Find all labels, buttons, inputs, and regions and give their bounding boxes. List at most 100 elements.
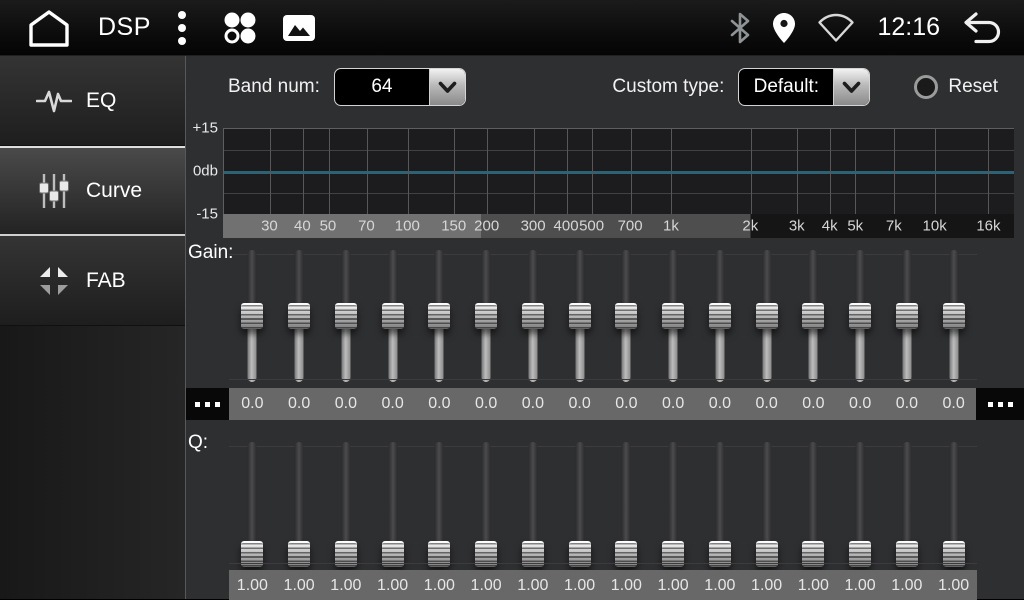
slider-track-upper[interactable]	[388, 442, 397, 548]
gain-slider[interactable]	[335, 250, 357, 382]
slider-track-upper[interactable]	[528, 442, 537, 548]
slider-track-lower[interactable]	[248, 322, 257, 382]
slider-thumb[interactable]	[288, 303, 310, 329]
q-slider[interactable]	[241, 442, 263, 566]
slider-track-upper[interactable]	[669, 442, 678, 548]
slider-thumb[interactable]	[288, 541, 310, 567]
slider-track-lower[interactable]	[715, 322, 724, 382]
home-icon[interactable]	[26, 9, 72, 47]
slider-thumb[interactable]	[615, 303, 637, 329]
gain-slider[interactable]	[428, 250, 450, 382]
slider-thumb[interactable]	[241, 541, 263, 567]
slider-track-upper[interactable]	[341, 250, 350, 310]
slider-thumb[interactable]	[475, 303, 497, 329]
slider-thumb[interactable]	[522, 541, 544, 567]
q-slider[interactable]	[288, 442, 310, 566]
gain-slider[interactable]	[569, 250, 591, 382]
gain-slider[interactable]	[849, 250, 871, 382]
slider-track-upper[interactable]	[528, 250, 537, 310]
custom-type-dropdown[interactable]: Default:	[738, 68, 870, 106]
slider-track-upper[interactable]	[341, 442, 350, 548]
slider-track-upper[interactable]	[482, 442, 491, 548]
gain-slider[interactable]	[756, 250, 778, 382]
q-slider[interactable]	[428, 442, 450, 566]
slider-thumb[interactable]	[241, 303, 263, 329]
slider-track-upper[interactable]	[715, 442, 724, 548]
slider-thumb[interactable]	[382, 541, 404, 567]
slider-thumb[interactable]	[756, 541, 778, 567]
slider-track-lower[interactable]	[622, 322, 631, 382]
reset-radio[interactable]	[914, 75, 938, 99]
eq-plot[interactable]	[223, 128, 1014, 214]
sidebar-item-fab[interactable]: FAB	[0, 236, 185, 326]
slider-track-lower[interactable]	[528, 322, 537, 382]
slider-thumb[interactable]	[709, 541, 731, 567]
slider-thumb[interactable]	[428, 303, 450, 329]
slider-thumb[interactable]	[335, 303, 357, 329]
gain-slider[interactable]	[288, 250, 310, 382]
slider-track-lower[interactable]	[762, 322, 771, 382]
slider-track-upper[interactable]	[949, 442, 958, 548]
slider-thumb[interactable]	[428, 541, 450, 567]
slider-thumb[interactable]	[943, 541, 965, 567]
q-slider[interactable]	[662, 442, 684, 566]
slider-track-lower[interactable]	[482, 322, 491, 382]
slider-thumb[interactable]	[802, 541, 824, 567]
slider-track-lower[interactable]	[575, 322, 584, 382]
slider-track-upper[interactable]	[809, 250, 818, 310]
slider-thumb[interactable]	[382, 303, 404, 329]
gain-slider[interactable]	[896, 250, 918, 382]
sidebar-item-eq[interactable]: EQ	[0, 56, 185, 146]
gallery-icon[interactable]	[283, 15, 315, 41]
q-slider[interactable]	[943, 442, 965, 566]
slider-track-upper[interactable]	[856, 442, 865, 548]
slider-track-upper[interactable]	[248, 442, 257, 548]
slider-thumb[interactable]	[335, 541, 357, 567]
scroll-bands-right-button[interactable]	[976, 388, 1024, 420]
slider-track-lower[interactable]	[809, 322, 818, 382]
slider-thumb[interactable]	[896, 541, 918, 567]
scroll-bands-left-button[interactable]	[186, 388, 229, 420]
slider-thumb[interactable]	[709, 303, 731, 329]
slider-thumb[interactable]	[802, 303, 824, 329]
chevron-down-icon[interactable]	[429, 69, 465, 105]
slider-track-upper[interactable]	[715, 250, 724, 310]
slider-thumb[interactable]	[615, 541, 637, 567]
slider-track-upper[interactable]	[669, 250, 678, 310]
back-icon[interactable]	[962, 11, 1002, 45]
slider-track-upper[interactable]	[575, 442, 584, 548]
sidebar-item-curve[interactable]: Curve	[0, 146, 185, 236]
app-drawer-icon[interactable]	[221, 10, 257, 46]
q-slider[interactable]	[335, 442, 357, 566]
slider-thumb[interactable]	[943, 303, 965, 329]
q-slider[interactable]	[569, 442, 591, 566]
q-slider[interactable]	[896, 442, 918, 566]
slider-thumb[interactable]	[896, 303, 918, 329]
q-slider[interactable]	[382, 442, 404, 566]
slider-track-upper[interactable]	[435, 250, 444, 310]
slider-track-upper[interactable]	[856, 250, 865, 310]
slider-track-upper[interactable]	[482, 250, 491, 310]
gain-slider[interactable]	[709, 250, 731, 382]
slider-thumb[interactable]	[662, 541, 684, 567]
slider-track-upper[interactable]	[809, 442, 818, 548]
slider-track-upper[interactable]	[575, 250, 584, 310]
more-options-icon[interactable]	[177, 10, 187, 46]
slider-track-upper[interactable]	[622, 250, 631, 310]
slider-thumb[interactable]	[569, 541, 591, 567]
slider-thumb[interactable]	[756, 303, 778, 329]
slider-track-upper[interactable]	[762, 250, 771, 310]
q-slider[interactable]	[522, 442, 544, 566]
q-slider[interactable]	[802, 442, 824, 566]
gain-slider[interactable]	[475, 250, 497, 382]
slider-track-upper[interactable]	[622, 442, 631, 548]
slider-track-upper[interactable]	[949, 250, 958, 310]
gain-slider[interactable]	[522, 250, 544, 382]
slider-track-lower[interactable]	[295, 322, 304, 382]
q-slider[interactable]	[756, 442, 778, 566]
slider-track-lower[interactable]	[388, 322, 397, 382]
slider-track-upper[interactable]	[762, 442, 771, 548]
slider-thumb[interactable]	[849, 303, 871, 329]
q-slider[interactable]	[709, 442, 731, 566]
slider-track-upper[interactable]	[248, 250, 257, 310]
